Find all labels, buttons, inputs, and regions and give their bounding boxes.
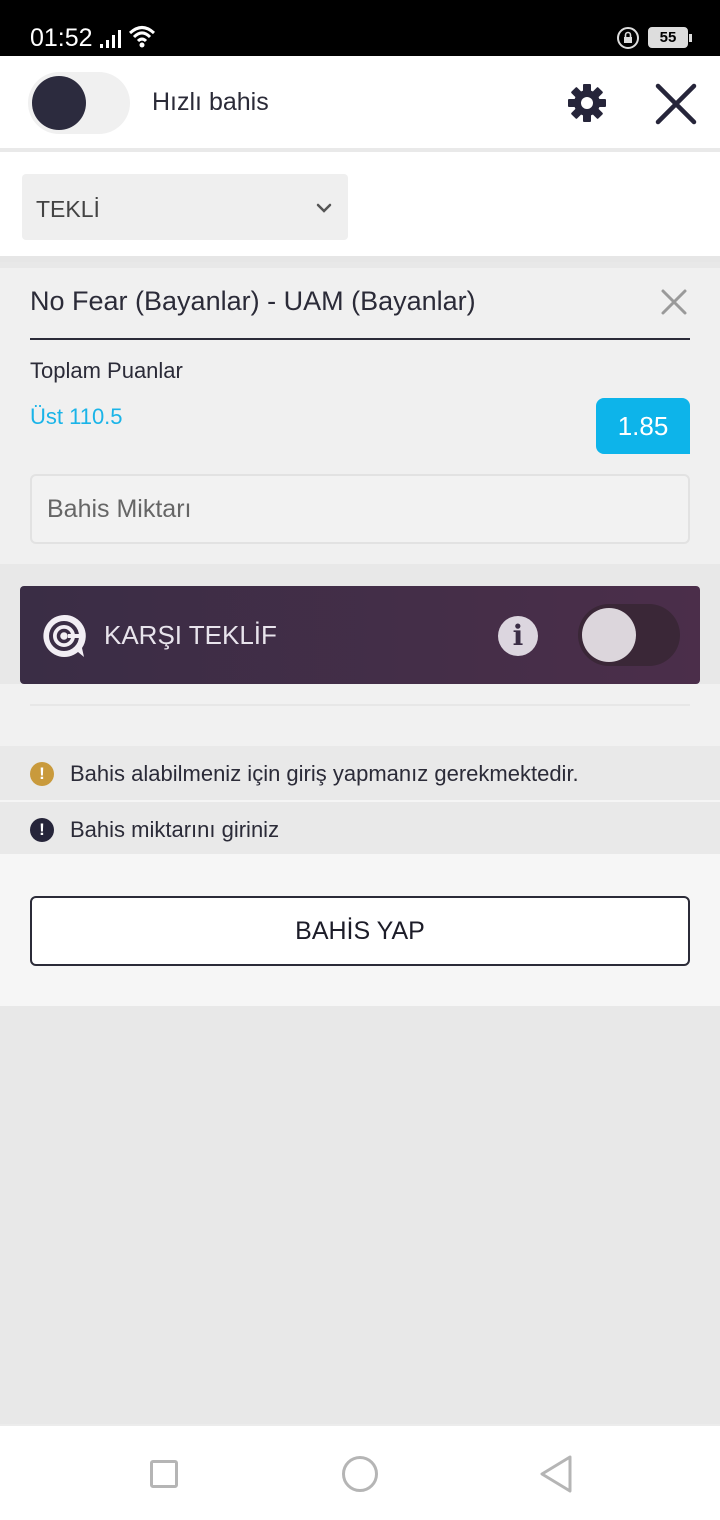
system-nav-bar: [0, 1424, 720, 1520]
selection-name: Üst 110.5: [30, 404, 123, 429]
counter-offer-section: KARŞI TEKLİF i: [0, 564, 720, 746]
error-icon: !: [30, 818, 54, 842]
counter-offer-label: KARŞI TEKLİF: [104, 620, 277, 650]
bet-slip-header: Hızlı bahis: [0, 56, 720, 152]
remove-bet-icon[interactable]: [660, 288, 688, 316]
login-warning: ! Bahis alabilmeniz için giriş yapmanız …: [0, 746, 720, 800]
odds-badge: 1.85: [596, 398, 690, 454]
counter-offer-footer: [0, 684, 720, 746]
chevron-down-icon: [316, 203, 332, 213]
toggle-knob: [582, 608, 636, 662]
status-bar: 01:52 55: [0, 0, 720, 56]
bet-type-dropdown[interactable]: TEKLİ: [22, 174, 348, 240]
quick-bet-label: Hızlı bahis: [152, 88, 269, 116]
warning-text: Bahis miktarını giriniz: [70, 817, 280, 842]
counter-offer-logo-icon: [43, 614, 86, 657]
rotation-lock-icon: [617, 27, 639, 49]
warning-icon: !: [30, 762, 54, 786]
match-title: No Fear (Bayanlar) - UAM (Bayanlar): [30, 286, 476, 316]
info-icon[interactable]: i: [498, 616, 538, 656]
signal-icon: [100, 30, 121, 48]
divider: [30, 338, 690, 340]
status-time: 01:52: [30, 24, 93, 52]
home-icon[interactable]: [342, 1456, 378, 1492]
warning-text: Bahis alabilmeniz için giriş yapmanız ge…: [70, 761, 579, 786]
market-name: Toplam Puanlar: [30, 358, 183, 383]
counter-offer-toggle[interactable]: [578, 604, 680, 666]
bet-type-value: TEKLİ: [36, 196, 100, 222]
wifi-icon: [128, 26, 156, 48]
settings-gear-icon[interactable]: [566, 82, 608, 124]
quick-bet-toggle[interactable]: [28, 72, 130, 134]
close-icon[interactable]: [654, 82, 698, 126]
place-bet-section: BAHİS YAP: [0, 854, 720, 1006]
battery-icon: 55: [648, 27, 692, 48]
stake-input[interactable]: [30, 474, 690, 544]
back-icon[interactable]: [538, 1454, 574, 1494]
stake-warning: ! Bahis miktarını giriniz: [0, 800, 720, 854]
place-bet-button[interactable]: BAHİS YAP: [30, 896, 690, 966]
counter-offer-banner: KARŞI TEKLİF i: [20, 586, 700, 684]
toggle-knob: [32, 76, 86, 130]
recent-apps-icon[interactable]: [150, 1460, 178, 1488]
bet-type-section: TEKLİ: [0, 152, 720, 262]
bet-card: No Fear (Bayanlar) - UAM (Bayanlar) Topl…: [0, 268, 720, 564]
